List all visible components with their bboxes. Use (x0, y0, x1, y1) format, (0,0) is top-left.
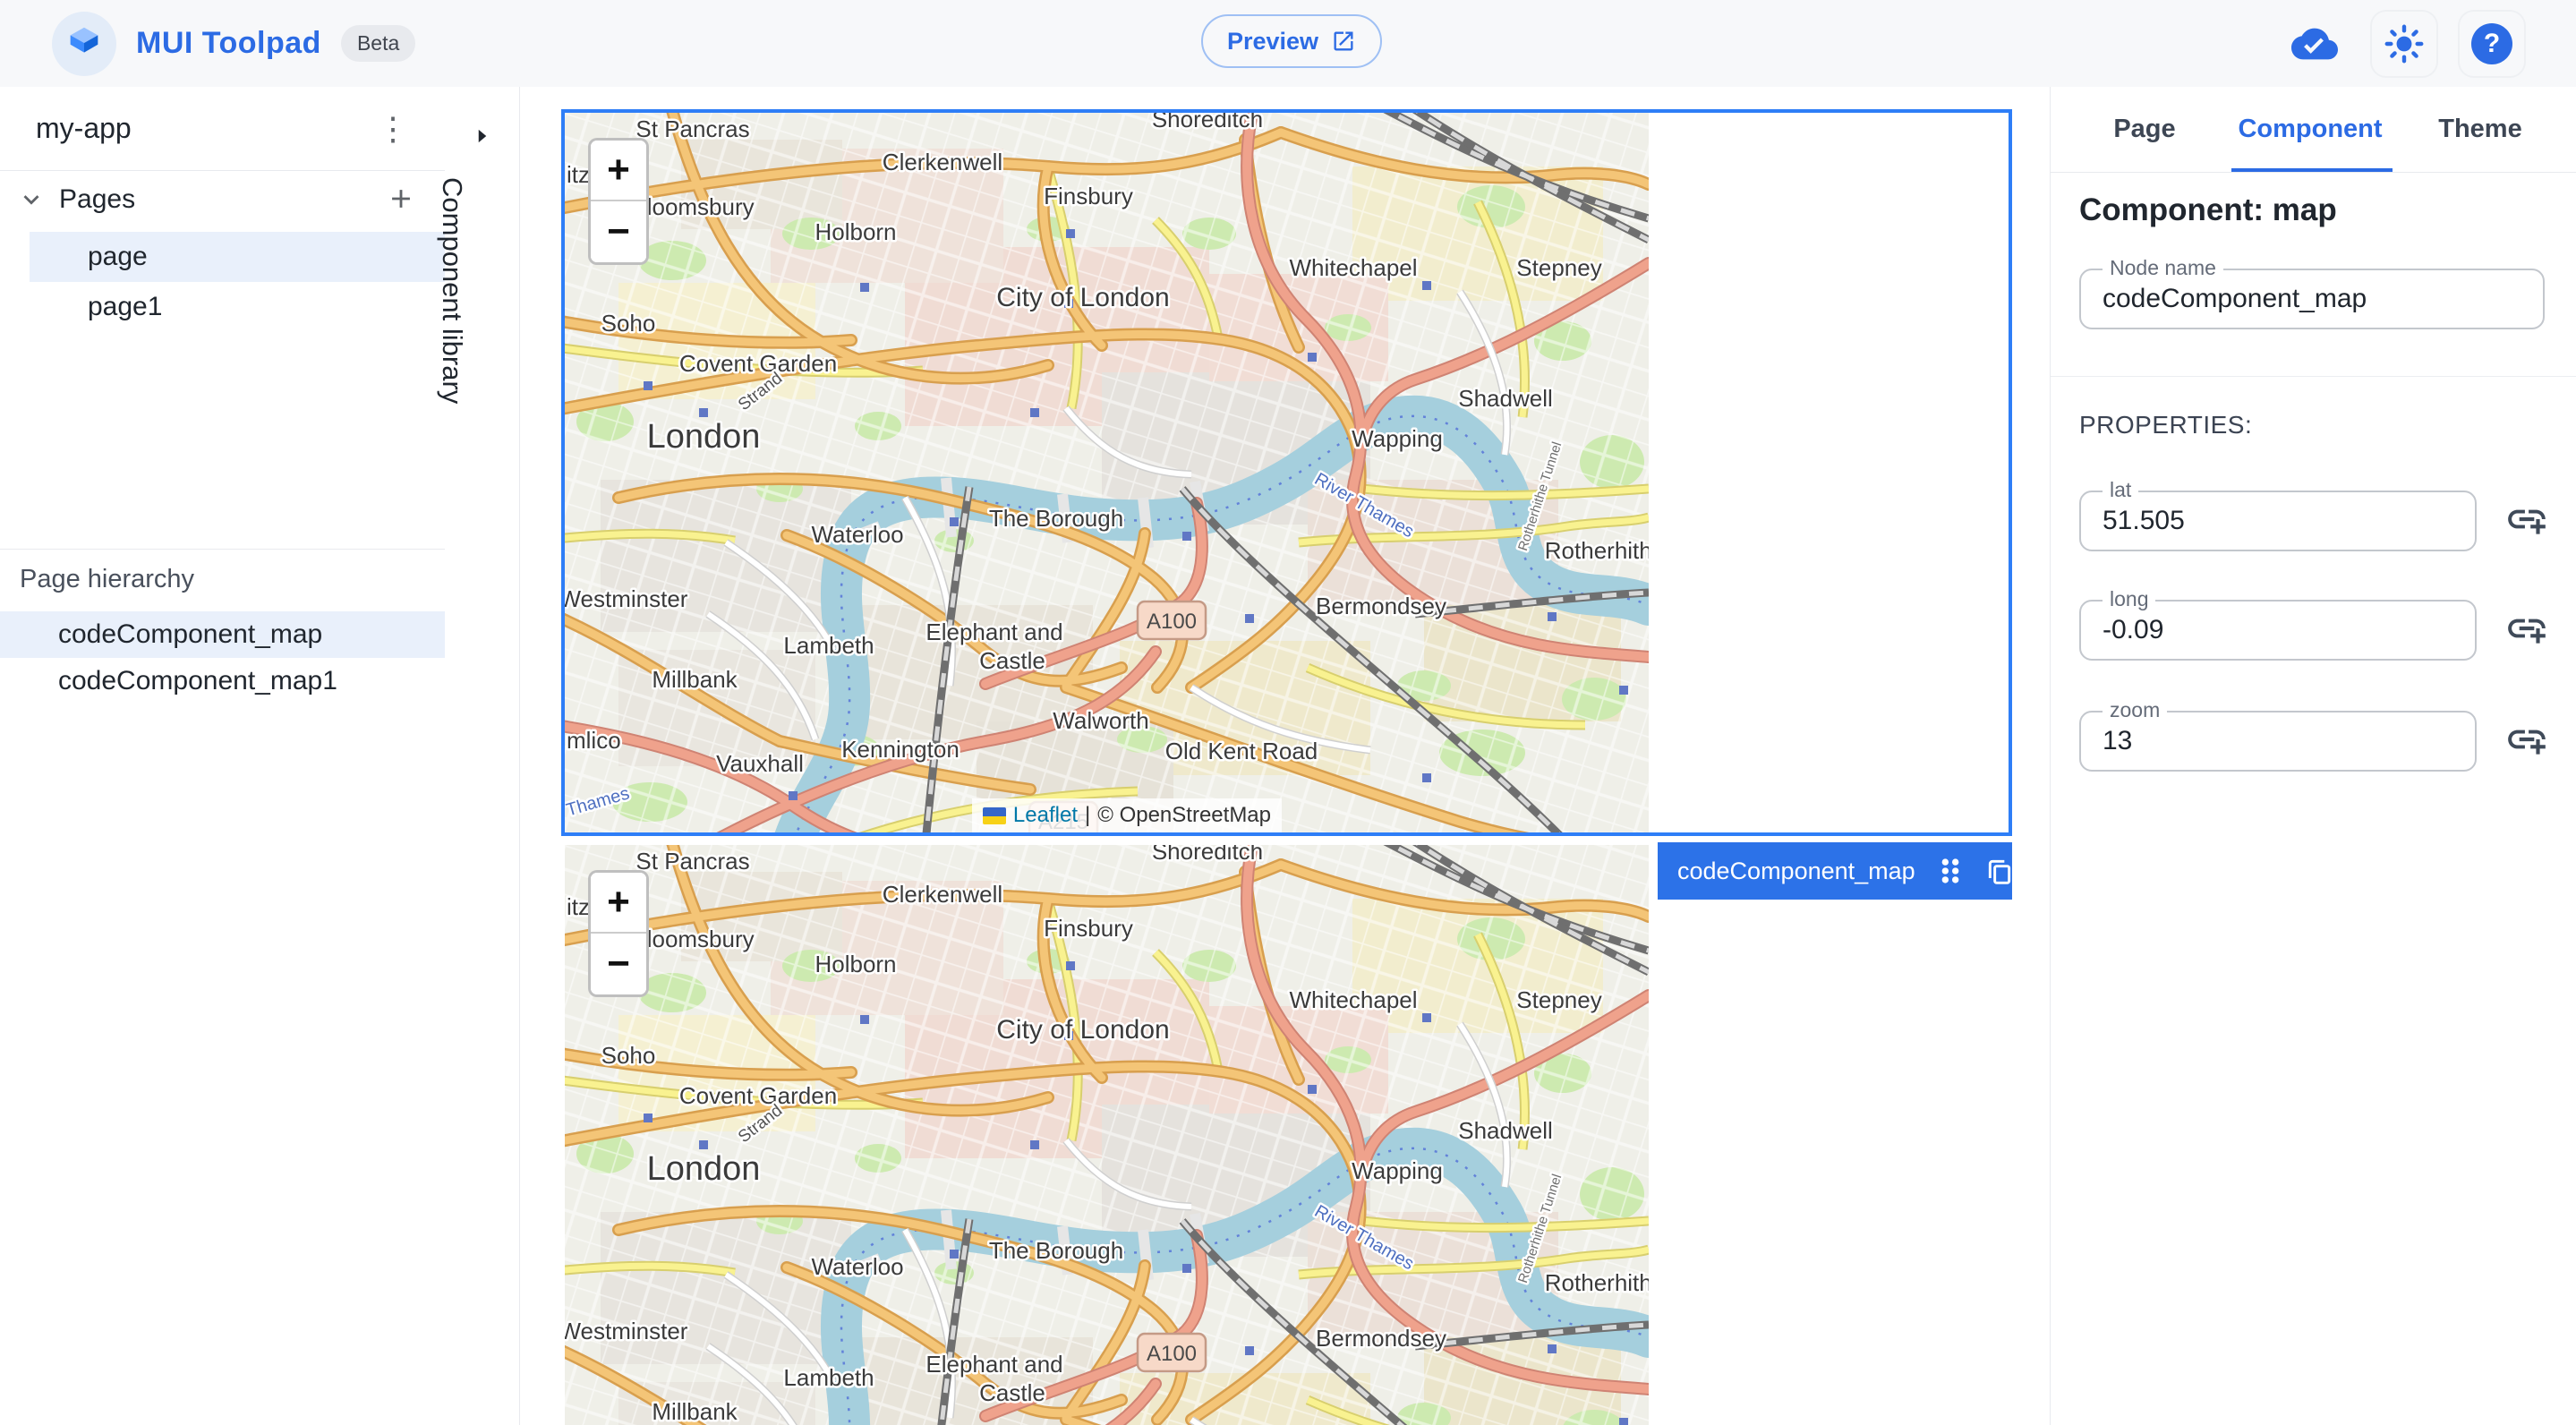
app-menu-button[interactable]: ⋮ (368, 103, 418, 153)
component-library-label: Component library (437, 177, 468, 405)
chevron-right-icon[interactable] (463, 117, 502, 157)
explorer-sidebar: my-app ⋮ Pages page page1 Page hierarchy… (0, 87, 503, 1425)
map-artwork (565, 845, 1649, 1425)
attribution-separator: | (1084, 803, 1091, 827)
node-name-input[interactable] (2103, 270, 2495, 328)
app-name-row: my-app ⋮ (0, 87, 445, 171)
toolpad-editor: MUI Toolpad Beta Preview ? my-app ⋮ Page… (0, 0, 2576, 1425)
chevron-down-icon (16, 184, 47, 219)
selected-component-outline[interactable]: + − Leaflet | © OpenStreetMap (561, 109, 2012, 836)
long-field: long (2079, 587, 2477, 661)
cloud-saved-icon (2279, 8, 2350, 80)
app-header: MUI Toolpad Beta Preview ? (0, 0, 2576, 88)
pages-section-label: Pages (59, 184, 136, 214)
node-name-field: Node name (2079, 256, 2545, 329)
divider (2051, 376, 2576, 377)
tab-page[interactable]: Page (2095, 87, 2194, 172)
map-attribution: Leaflet | © OpenStreetMap (971, 798, 1282, 832)
toolpad-logo-icon (52, 11, 116, 76)
add-link-icon (2508, 509, 2546, 534)
editor-canvas[interactable]: + − Leaflet | © OpenStreetMap codeCompon… (520, 87, 2057, 1425)
add-link-icon (2508, 730, 2546, 755)
component-heading: Component: map (2079, 192, 2337, 227)
duplicate-node-button[interactable] (1985, 854, 2014, 888)
map-zoom-out-button[interactable]: − (591, 934, 646, 994)
map-zoom-out-button[interactable]: − (591, 201, 646, 262)
pages-section-header[interactable]: Pages (0, 170, 445, 229)
lat-input[interactable] (2103, 492, 2437, 550)
selected-node-toolbar: codeComponent_map (1658, 842, 2057, 900)
map-zoom-control: + − (588, 870, 649, 997)
app-title: MUI Toolpad (136, 26, 321, 60)
long-input[interactable] (2103, 602, 2437, 659)
tab-component[interactable]: Component (2221, 87, 2400, 172)
map-artwork (565, 113, 1649, 832)
hierarchy-item-codeComponent_map1[interactable]: codeComponent_map1 (0, 658, 445, 704)
external-link-icon (1331, 29, 1356, 54)
bind-lat-button[interactable] (2503, 497, 2550, 543)
drag-handle-icon[interactable] (1937, 854, 1964, 888)
properties-title: PROPERTIES: (2079, 411, 2253, 439)
app-name: my-app (36, 112, 132, 144)
help-icon: ? (2471, 22, 2512, 64)
sidebar-item-page1[interactable]: page1 (30, 282, 503, 332)
leaflet-link[interactable]: Leaflet (1013, 803, 1078, 828)
zoom-input[interactable] (2103, 712, 2437, 770)
header-actions: ? (2279, 0, 2526, 87)
inspector-tabs: Page Component Theme (2051, 87, 2576, 173)
selected-node-name: codeComponent_map (1677, 857, 1915, 884)
bind-long-button[interactable] (2503, 606, 2550, 653)
lat-field: lat (2079, 478, 2477, 551)
add-page-button[interactable] (380, 179, 422, 220)
active-tab-indicator (2231, 168, 2393, 172)
brand: MUI Toolpad Beta (52, 0, 416, 87)
map-component-2[interactable]: + − (565, 845, 1649, 1425)
bind-zoom-button[interactable] (2503, 717, 2550, 764)
map-zoom-in-button[interactable]: + (591, 873, 646, 934)
ukraine-flag-icon (982, 806, 1006, 824)
inspector-panel: Page Component Theme Component: map Node… (2050, 87, 2576, 1425)
zoom-field: zoom (2079, 698, 2477, 772)
brightness-icon (2384, 24, 2424, 63)
theme-toggle-button[interactable] (2370, 9, 2438, 78)
osm-credit: © OpenStreetMap (1097, 803, 1271, 827)
beta-badge: Beta (340, 25, 416, 62)
map-zoom-in-button[interactable]: + (591, 141, 646, 201)
hierarchy-item-codeComponent_map[interactable]: codeComponent_map (0, 611, 445, 658)
map-component-1[interactable]: + − Leaflet | © OpenStreetMap (565, 113, 1649, 832)
add-link-icon (2508, 619, 2546, 644)
page-hierarchy-title: Page hierarchy (20, 565, 195, 593)
divider (0, 549, 445, 550)
preview-button[interactable]: Preview (1201, 14, 1382, 68)
preview-label: Preview (1226, 27, 1319, 55)
help-button[interactable]: ? (2458, 9, 2526, 78)
tab-theme[interactable]: Theme (2427, 87, 2534, 172)
map-zoom-control: + − (588, 138, 649, 265)
sidebar-item-page[interactable]: page (30, 232, 503, 282)
